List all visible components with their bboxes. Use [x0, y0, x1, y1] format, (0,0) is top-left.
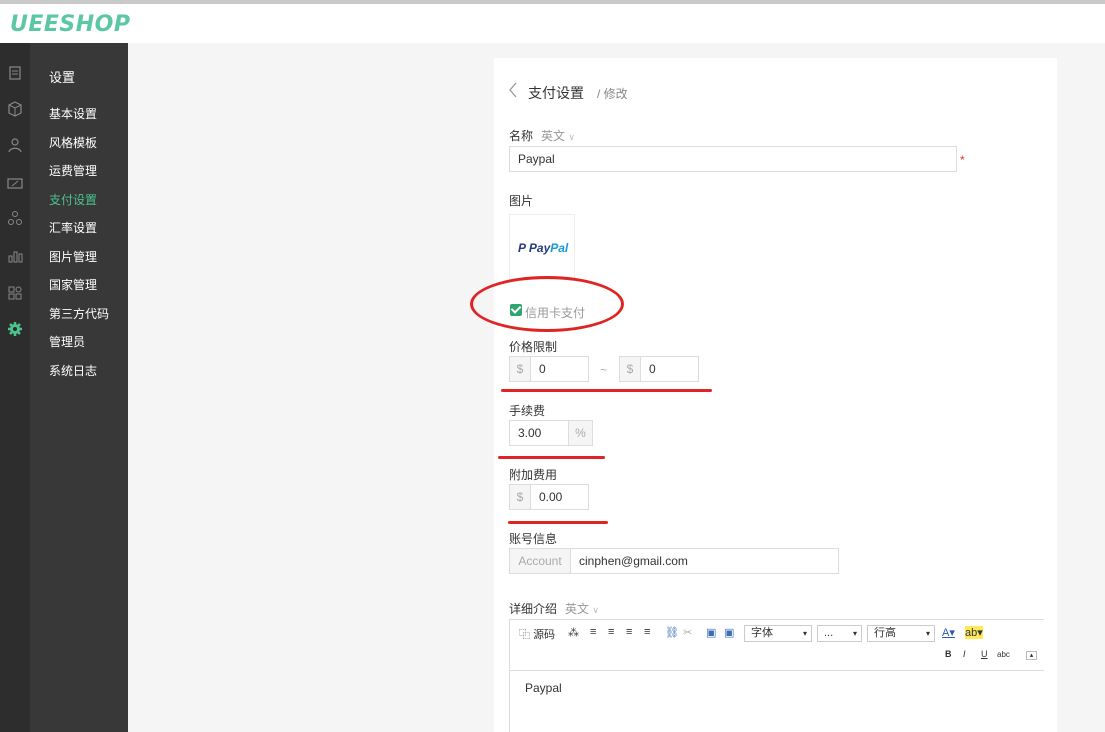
chevron-down-icon: ▾ — [802, 629, 807, 638]
red-highlight-circle — [470, 276, 624, 332]
description-language-select[interactable]: 英文 ∨ — [565, 600, 599, 617]
font-family-value: 字体 — [751, 627, 773, 639]
settings-sidebar: 设置 基本设置 风格模板 运费管理 支付设置 汇率设置 图片管理 国家管理 第三… — [30, 43, 128, 732]
multi-image-icon[interactable]: ▣ — [724, 626, 734, 639]
sidebar-title: 设置 — [49, 70, 76, 85]
statistics-icon[interactable] — [7, 248, 23, 264]
name-label: 名称 — [509, 129, 534, 143]
orders-icon[interactable] — [7, 65, 23, 81]
price-limit-label: 价格限制 — [509, 340, 558, 354]
italic-button[interactable]: I — [963, 649, 966, 659]
price-range-separator: ~ — [600, 363, 608, 377]
extra-fee-currency: $ — [509, 484, 531, 510]
strikethrough-button[interactable]: abc — [997, 650, 1010, 659]
account-prefix: Account — [509, 548, 571, 574]
name-language-value: 英文 — [541, 129, 566, 143]
collapse-toolbar-icon[interactable]: ▴ — [1026, 651, 1037, 660]
sidebar-item-shipping[interactable]: 运费管理 — [49, 162, 97, 179]
products-icon[interactable] — [7, 101, 23, 117]
top-bar: UEESHOP — [0, 4, 1105, 43]
back-chevron-icon[interactable] — [508, 82, 518, 98]
source-code-button[interactable]: ⿻ 源码 — [519, 626, 555, 642]
align-left-icon[interactable]: ≡ — [590, 626, 596, 638]
chevron-down-icon: ▾ — [852, 629, 857, 638]
apps-icon[interactable] — [7, 285, 23, 301]
fee-label: 手续费 — [509, 404, 546, 418]
link-icon[interactable]: ⛓ — [665, 626, 679, 639]
page-title: 支付设置 — [528, 85, 584, 101]
source-code-label: 源码 — [533, 629, 556, 641]
line-height-select[interactable]: 行高 ▾ — [867, 625, 935, 642]
sidebar-item-theme-templates[interactable]: 风格模板 — [49, 134, 97, 151]
font-family-select[interactable]: 字体 ▾ — [744, 625, 812, 642]
description-label: 详细介绍 — [509, 602, 558, 616]
price-max-input[interactable]: 0 — [640, 356, 699, 382]
red-underline — [498, 456, 605, 459]
image-icon[interactable]: ▣ — [706, 626, 716, 639]
editor-toolbar: ⿻ 源码 ⁂ ≡ ≡ ≡ ≡ ⛓ ✂ ▣ ▣ 字体 ▾ ... ▾ 行高 ▾ A▾ a… — [509, 619, 1044, 671]
logo[interactable]: UEESHOP — [10, 12, 131, 37]
line-height-value: 行高 — [874, 627, 896, 639]
background-color-icon[interactable]: ab▾ — [965, 626, 983, 639]
font-size-select[interactable]: ... ▾ — [817, 625, 862, 642]
unlink-icon[interactable]: ✂ — [683, 626, 692, 639]
name-language-select[interactable]: 英文 ∨ — [541, 127, 575, 144]
sidebar-item-country-management[interactable]: 国家管理 — [49, 276, 97, 293]
chevron-down-icon: ▾ — [925, 629, 930, 638]
red-underline — [508, 521, 608, 524]
extra-fee-label: 附加费用 — [509, 468, 558, 482]
description-language-value: 英文 — [565, 602, 590, 616]
required-mark: * — [960, 153, 965, 167]
price-max-currency: $ — [619, 356, 641, 382]
users-icon[interactable] — [7, 137, 23, 153]
plugins-icon[interactable] — [7, 210, 23, 226]
page-subtitle: / 修改 — [597, 87, 628, 101]
chevron-down-icon: ∨ — [592, 605, 599, 615]
format-icon[interactable]: ⁂ — [568, 626, 579, 639]
paypal-logo: P PayPal — [518, 241, 569, 255]
payment-edit-panel: 支付设置 / 修改 名称 英文 ∨ Paypal * 图片 P PayPal 信… — [470, 58, 1057, 732]
icon-rail — [0, 43, 30, 732]
price-min-input[interactable]: 0 — [530, 356, 589, 382]
font-size-value: ... — [824, 627, 834, 639]
coupons-icon[interactable] — [7, 175, 23, 191]
red-underline — [501, 389, 712, 392]
account-input[interactable]: cinphen@gmail.com — [570, 548, 839, 574]
sidebar-item-administrators[interactable]: 管理员 — [49, 333, 85, 350]
sidebar-item-image-management[interactable]: 图片管理 — [49, 248, 97, 265]
sidebar-item-system-log[interactable]: 系统日志 — [49, 362, 97, 379]
underline-button[interactable]: U — [981, 649, 988, 659]
extra-fee-input[interactable]: 0.00 — [530, 484, 589, 510]
editor-content: Paypal — [525, 681, 562, 695]
settings-icon[interactable] — [7, 321, 23, 337]
sidebar-item-basic-settings[interactable]: 基本设置 — [49, 105, 97, 122]
account-label: 账号信息 — [509, 532, 558, 546]
chevron-down-icon: ∨ — [568, 132, 575, 142]
payment-logo-image[interactable]: P PayPal — [509, 214, 575, 280]
align-center-icon[interactable]: ≡ — [608, 626, 614, 638]
fee-input[interactable]: 3.00 — [509, 420, 569, 446]
price-min-currency: $ — [509, 356, 531, 382]
description-editor[interactable]: Paypal — [509, 671, 1044, 732]
image-label: 图片 — [509, 194, 534, 208]
sidebar-item-third-party-code[interactable]: 第三方代码 — [49, 305, 109, 322]
sidebar-item-payment-settings[interactable]: 支付设置 — [49, 191, 97, 208]
sidebar-item-exchange-rate[interactable]: 汇率设置 — [49, 219, 97, 236]
fee-percent-unit: % — [568, 420, 593, 446]
bold-button[interactable]: B — [945, 649, 952, 659]
font-color-icon[interactable]: A▾ — [942, 626, 955, 639]
align-justify-icon[interactable]: ≡ — [644, 626, 650, 638]
align-right-icon[interactable]: ≡ — [626, 626, 632, 638]
name-input[interactable]: Paypal — [509, 146, 957, 172]
